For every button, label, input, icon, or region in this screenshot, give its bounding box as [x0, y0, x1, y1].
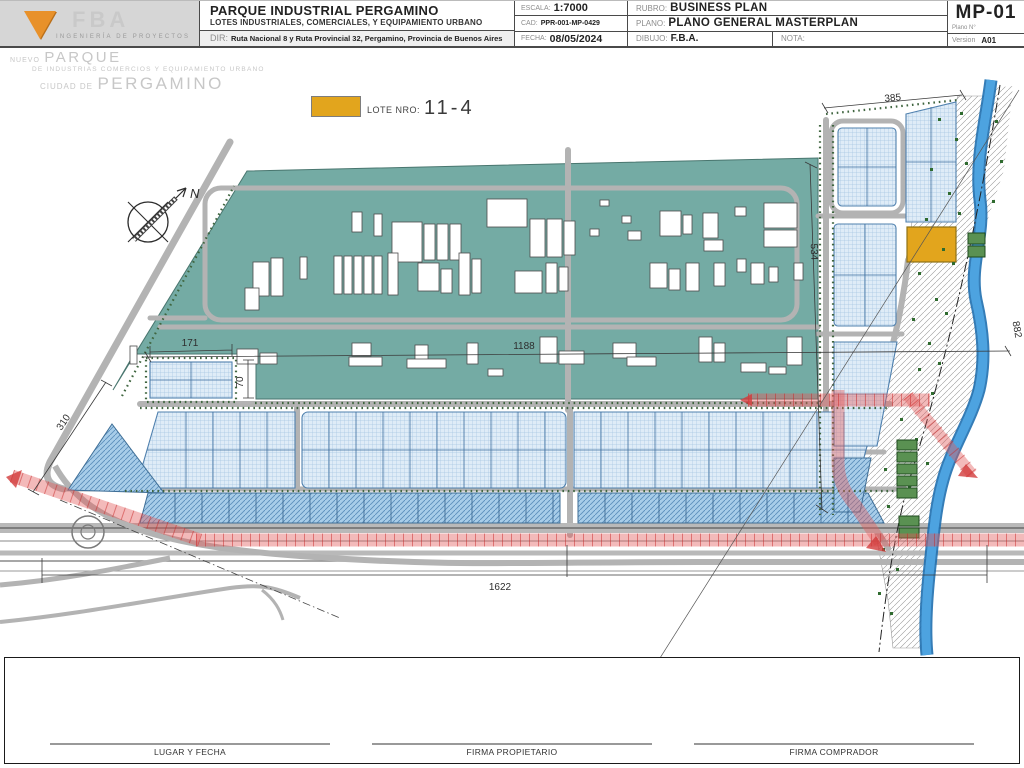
sheet-number-label: Plano N°: [948, 25, 1024, 34]
meta-cell: ESCALA: 1:7000 CAD: PPR-001-MP-0429 FECHA:…: [515, 1, 628, 46]
signature-propietario: FIRMA PROPIETARIO: [372, 743, 652, 757]
dimension-385: 385: [884, 92, 902, 105]
dimension-1188: 1188: [513, 341, 535, 352]
project-subtitle: LOTES INDUSTRIALES, COMERCIALES, Y EQUIP…: [210, 18, 483, 27]
title-block: FBA INGENIERÍA DE PROYECTOS PARQUE INDUS…: [0, 0, 1024, 48]
lot-legend-value: 11-4: [424, 97, 475, 119]
logo-tagline: INGENIERÍA DE PROYECTOS: [56, 34, 191, 40]
fecha-value: 08/05/2024: [549, 32, 603, 45]
highlighted-lot-11-4: [906, 226, 957, 263]
park-watermark: NUEVO PARQUE DE INDUSTRIAS COMERCIOS Y E…: [10, 50, 265, 93]
nota-label: NOTA:: [781, 34, 805, 44]
project-title: PARQUE INDUSTRIAL PERGAMINO: [210, 3, 439, 18]
plan-cell: RUBRO: BUSINESS PLAN PLANO: PLANO GENERAL …: [628, 1, 948, 46]
signature-block: LUGAR Y FECHA FIRMA PROPIETARIO FIRMA CO…: [4, 657, 1020, 764]
version-label: Version: [952, 36, 976, 44]
watermark-parque: PARQUE: [44, 49, 122, 66]
watermark-pergamino: PERGAMINO: [97, 73, 224, 93]
dimension-70: 70: [235, 376, 246, 388]
rubro-label: RUBRO:: [636, 3, 668, 13]
dir-label: DIR:: [210, 33, 228, 44]
plano-value: PLANO GENERAL MASTERPLAN: [668, 17, 859, 30]
watermark-line2: DE INDUSTRIAS COMERCIOS Y EQUIPAMIENTO U…: [32, 65, 265, 73]
escala-value: 1:7000: [553, 2, 588, 15]
signature-lugar-fecha: LUGAR Y FECHA: [50, 743, 330, 757]
cad-label: CAD:: [521, 19, 538, 27]
project-cell: PARQUE INDUSTRIAL PERGAMINO LOTES INDUST…: [200, 1, 515, 46]
dibujo-label: DIBUJO:: [636, 34, 668, 44]
signature-comprador: FIRMA COMPRADOR: [694, 743, 974, 757]
version-value: A01: [981, 35, 997, 45]
dimension-882: 882: [1010, 320, 1024, 339]
north-label: N: [190, 186, 200, 201]
dimension-1622: 1622: [489, 582, 512, 593]
escala-label: ESCALA:: [521, 4, 551, 12]
sheet-number-cell: MP-01 Plano N° Version A01: [948, 1, 1024, 46]
lot-color-swatch: [311, 96, 361, 117]
fba-logo-watermark: FBA: [72, 7, 130, 32]
sheet-number: MP-01: [955, 2, 1017, 23]
lot-legend-label: LOTE NRO:: [367, 105, 421, 115]
lot-legend: LOTE NRO: 11-4: [311, 96, 475, 119]
dimension-171: 171: [182, 338, 199, 349]
fba-logo-icon: [24, 10, 56, 39]
logo-cell: FBA INGENIERÍA DE PROYECTOS: [0, 1, 200, 46]
plano-label: PLANO:: [636, 18, 666, 28]
fecha-label: FECHA:: [521, 35, 547, 43]
watermark-nuevo: NUEVO: [10, 57, 40, 64]
dibujo-value: F.B.A.: [670, 33, 699, 45]
dir-value: Ruta Nacional 8 y Ruta Provincial 32, Pe…: [231, 33, 503, 43]
masterplan-sheet: FBA INGENIERÍA DE PROYECTOS PARQUE INDUS…: [0, 0, 1024, 768]
rubro-value: BUSINESS PLAN: [670, 2, 768, 15]
dimension-534: 534: [808, 243, 820, 260]
watermark-ciudad: CIUDAD DE: [40, 81, 94, 91]
masterplan-drawing: 385 534 882 1188 171 70 310 1622 N: [0, 79, 1024, 657]
cad-value: PPR-001-MP-0429: [540, 19, 600, 27]
